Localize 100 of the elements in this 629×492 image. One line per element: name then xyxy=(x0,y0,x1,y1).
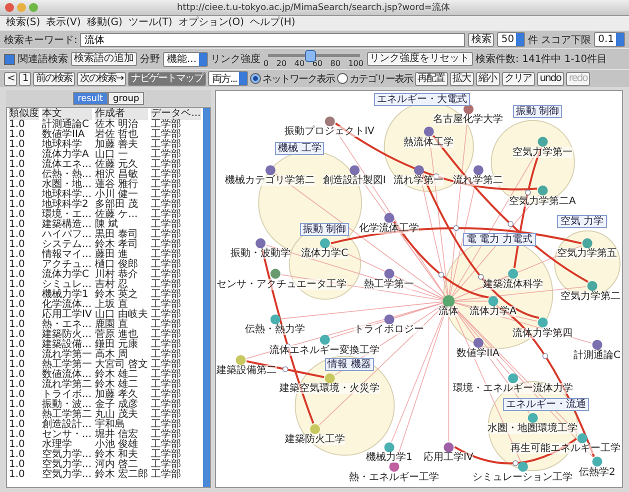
related-checkbox[interactable] xyxy=(4,54,15,64)
back-button[interactable]: < xyxy=(4,72,18,86)
tool-button[interactable]: 縮小 xyxy=(476,72,500,86)
node-dot[interactable] xyxy=(384,442,394,452)
node-dot[interactable] xyxy=(324,116,335,126)
node-label[interactable]: 熱・エネルギー工学 xyxy=(348,472,439,483)
node-label[interactable]: 化学流体工学 xyxy=(359,222,420,234)
node-dot[interactable] xyxy=(384,212,394,223)
node-label[interactable]: 再生可能エネルギー工学 xyxy=(510,443,621,454)
cluster-tag[interactable]: 空気 力学 xyxy=(557,214,607,228)
node-label[interactable]: 流れ学第二 xyxy=(453,175,504,186)
node-label[interactable]: 伝熱・熱力学 xyxy=(245,324,306,336)
node-label[interactable]: トライボロジー xyxy=(354,324,424,336)
node-dot[interactable] xyxy=(592,456,602,467)
reset-button[interactable]: リンク強度をリセット xyxy=(366,52,473,66)
tool-button[interactable]: クリア xyxy=(502,72,535,86)
node-dot[interactable] xyxy=(270,314,280,324)
node-label[interactable]: 建築防火工学 xyxy=(284,434,345,446)
node-label[interactable]: 空気力学第二 xyxy=(560,290,621,302)
node-label[interactable]: 空気力学第五 xyxy=(557,248,618,260)
add-term-button[interactable]: 検索語の追加 xyxy=(71,52,137,66)
cluster-tag[interactable]: 振動 制御 xyxy=(512,105,562,118)
node-dot[interactable] xyxy=(320,238,330,248)
field-select[interactable]: 機能... xyxy=(163,52,208,66)
node-label[interactable]: 機械力学1 xyxy=(366,452,412,464)
node-label[interactable]: 振動・波動学 xyxy=(230,248,290,260)
node-dot[interactable] xyxy=(388,462,399,472)
menu-item[interactable]: ヘルプ(H) xyxy=(250,17,296,29)
node-label[interactable]: 建築空気環境・火災学 xyxy=(280,383,380,394)
node-dot[interactable] xyxy=(592,340,602,350)
column-header[interactable]: 作成者 xyxy=(95,108,148,120)
menu-item[interactable]: 移動(G) xyxy=(86,17,122,29)
node-dot[interactable] xyxy=(384,314,394,324)
tool-button[interactable]: 拡大 xyxy=(450,72,474,86)
node-dot[interactable] xyxy=(587,280,598,291)
tool-button[interactable]: undo xyxy=(536,72,564,86)
node-label[interactable]: 空気力学第二A xyxy=(509,196,576,206)
node-dot[interactable] xyxy=(508,373,518,384)
node-dot[interactable] xyxy=(236,355,246,366)
node-label[interactable]: 名古屋化学大学 xyxy=(433,114,504,126)
node-dot[interactable] xyxy=(265,165,276,176)
node-label[interactable]: 空気力学第一 xyxy=(512,146,572,158)
menu-item[interactable]: 表示(V) xyxy=(46,17,81,29)
node-label[interactable]: 振動プロジェクトIV xyxy=(284,126,374,138)
node-dot[interactable] xyxy=(270,268,280,279)
node-dot[interactable] xyxy=(577,433,588,444)
keyword-field[interactable]: 流体 xyxy=(80,32,466,46)
cluster-tag[interactable]: エネルギー・流通 xyxy=(502,398,589,411)
zoom-button[interactable] xyxy=(29,3,38,12)
node-label[interactable]: 流れ学第一 xyxy=(394,175,444,186)
node-label[interactable]: 水圏・地圏環境工学 xyxy=(488,422,578,434)
node-dot[interactable] xyxy=(538,136,548,147)
prev-search-button[interactable]: 前の検索 xyxy=(32,72,75,86)
node-label[interactable]: 流体 xyxy=(438,306,458,318)
node-label[interactable]: 熱工学第一 xyxy=(364,278,414,290)
cluster-tag[interactable]: 電 電力 力電式 xyxy=(463,233,536,246)
menu-item[interactable]: ツール(T) xyxy=(128,17,172,29)
page-button[interactable]: 1 xyxy=(19,72,31,86)
node-dot[interactable] xyxy=(518,462,528,472)
slider-thumb[interactable] xyxy=(304,50,316,62)
next-search-button[interactable]: 次の検索→ xyxy=(76,72,126,86)
node-dot[interactable] xyxy=(443,442,454,452)
node-dot[interactable] xyxy=(528,412,538,423)
map-tab[interactable]: ナビゲートマップ xyxy=(128,72,206,86)
node-dot[interactable] xyxy=(442,295,454,308)
node-dot[interactable] xyxy=(255,238,266,248)
node-dot[interactable] xyxy=(324,373,335,384)
node-label[interactable]: 数値学IIA xyxy=(456,348,500,359)
node-label[interactable]: 伝熱学2 xyxy=(578,466,616,478)
view-radio[interactable] xyxy=(250,73,261,84)
node-label[interactable]: 流体力学第四 xyxy=(512,328,572,338)
cluster-tag[interactable]: エネルギー・大電式 xyxy=(374,93,470,106)
node-dot[interactable] xyxy=(320,334,330,345)
node-label[interactable]: 計測通論C xyxy=(573,350,620,361)
node-dot[interactable] xyxy=(384,268,394,279)
scroll-bar[interactable] xyxy=(202,108,210,487)
close-button[interactable] xyxy=(5,3,14,12)
node-dot[interactable] xyxy=(473,338,484,348)
node-dot[interactable] xyxy=(538,318,548,328)
node-dot[interactable] xyxy=(349,165,360,176)
panel-tab[interactable]: result xyxy=(72,92,108,105)
cluster-tag[interactable]: 情報 機器 xyxy=(324,358,374,372)
node-label[interactable]: 機械カテゴリ学第二 xyxy=(225,175,316,186)
node-dot[interactable] xyxy=(582,238,592,248)
menu-item[interactable]: 検索(S) xyxy=(6,17,40,29)
node-label[interactable]: センサ・アクチュエータ工学 xyxy=(216,278,347,290)
node-label[interactable]: シミュレーション工学 xyxy=(472,472,573,483)
node-label[interactable]: 流体力学A xyxy=(470,306,516,318)
panel-tab[interactable]: group xyxy=(108,92,144,105)
node-label[interactable]: 流体エネルギー変換工学 xyxy=(270,344,380,356)
node-label[interactable]: 建築流体科学 xyxy=(482,278,543,290)
menu-item[interactable]: オプション(O) xyxy=(178,17,244,29)
node-label[interactable]: 環境・エネルギー流体力学 xyxy=(452,383,573,394)
cluster-tag[interactable]: 機械 工学 xyxy=(275,142,324,155)
score-select[interactable]: 0.1 xyxy=(594,32,625,47)
node-label[interactable]: 創造設計製図I xyxy=(322,175,386,186)
node-dot[interactable] xyxy=(473,165,484,176)
count-select[interactable]: 50 xyxy=(497,32,526,47)
node-dot[interactable] xyxy=(310,424,320,434)
view-radio[interactable] xyxy=(336,73,348,84)
